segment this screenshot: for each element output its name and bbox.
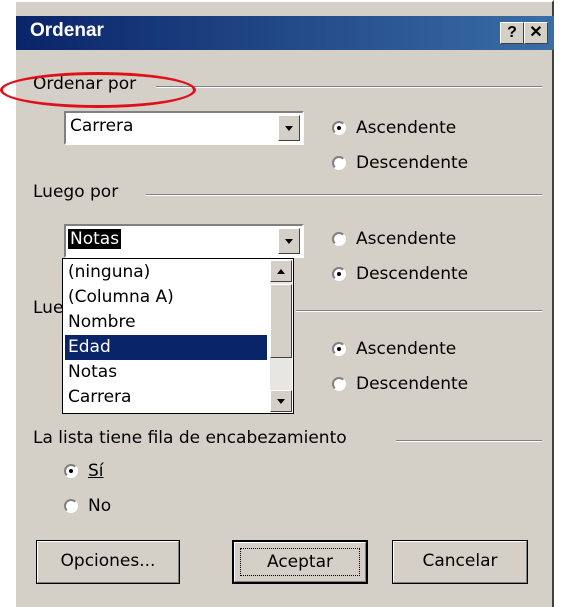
sort-by-combo-value: Carrera: [70, 116, 134, 136]
scroll-down-icon[interactable]: [270, 390, 292, 412]
scroll-thumb[interactable]: [270, 284, 292, 358]
then-by-label: Luego por: [33, 182, 119, 202]
then-by-2-ascending-label: Ascendente: [356, 339, 457, 359]
header-yes-radio[interactable]: [64, 464, 78, 478]
chevron-down-icon[interactable]: [278, 228, 300, 254]
dropdown-item[interactable]: (Columna A): [65, 285, 267, 310]
sort-by-ascending-radio[interactable]: [332, 121, 346, 135]
dropdown-item[interactable]: Notas: [65, 360, 267, 385]
chevron-down-icon[interactable]: [278, 115, 300, 141]
dropdown-item-selected[interactable]: Edad: [65, 335, 267, 360]
then-by-descending-label: Descendente: [356, 264, 469, 284]
scroll-up-icon[interactable]: [270, 260, 292, 282]
dropdown-item[interactable]: (ninguna): [65, 260, 267, 285]
options-button-label: Opciones...: [60, 551, 156, 571]
title-bar[interactable]: Ordenar ? ✕: [16, 16, 554, 50]
then-by-divider: [146, 194, 542, 196]
sort-by-descending-label: Descendente: [356, 153, 469, 173]
sort-by-descending-radio[interactable]: [332, 156, 346, 170]
dropdown-item[interactable]: Carrera: [65, 385, 267, 410]
then-by-combo-value: Notas: [68, 229, 122, 249]
then-by-2-descending-radio[interactable]: [332, 377, 346, 391]
dropdown-scrollbar[interactable]: [270, 260, 292, 412]
header-row-label: La lista tiene fila de encabezamiento: [33, 428, 347, 448]
window-title: Ordenar: [30, 20, 104, 41]
then-by-ascending-radio[interactable]: [332, 232, 346, 246]
highlight-annotation: [0, 72, 196, 108]
close-button[interactable]: ✕: [524, 22, 548, 44]
header-row-divider: [396, 440, 542, 442]
accept-button[interactable]: Aceptar: [232, 540, 368, 584]
header-yes-label: Sí: [88, 461, 104, 481]
header-no-label: No: [88, 496, 112, 516]
options-button[interactable]: Opciones...: [36, 540, 180, 584]
then-by-dropdown-list[interactable]: (ninguna) (Columna A) Nombre Edad Notas …: [62, 258, 294, 414]
cancel-button-label: Cancelar: [422, 551, 498, 571]
help-button[interactable]: ?: [500, 22, 524, 44]
sort-by-divider: [156, 86, 542, 88]
dropdown-item[interactable]: Nombre: [65, 310, 267, 335]
then-by-2-descending-label: Descendente: [356, 374, 469, 394]
then-by-2-label: Lue: [33, 298, 64, 318]
then-by-2-divider: [296, 310, 542, 312]
accept-button-label: Aceptar: [267, 552, 333, 572]
then-by-2-ascending-radio[interactable]: [332, 342, 346, 356]
then-by-descending-radio[interactable]: [332, 267, 346, 281]
header-no-radio[interactable]: [64, 499, 78, 513]
then-by-combo[interactable]: Notas: [64, 224, 304, 258]
then-by-ascending-label: Ascendente: [356, 229, 457, 249]
cancel-button[interactable]: Cancelar: [392, 540, 528, 584]
sort-by-combo[interactable]: Carrera: [64, 111, 304, 145]
sort-by-ascending-label: Ascendente: [356, 118, 457, 138]
